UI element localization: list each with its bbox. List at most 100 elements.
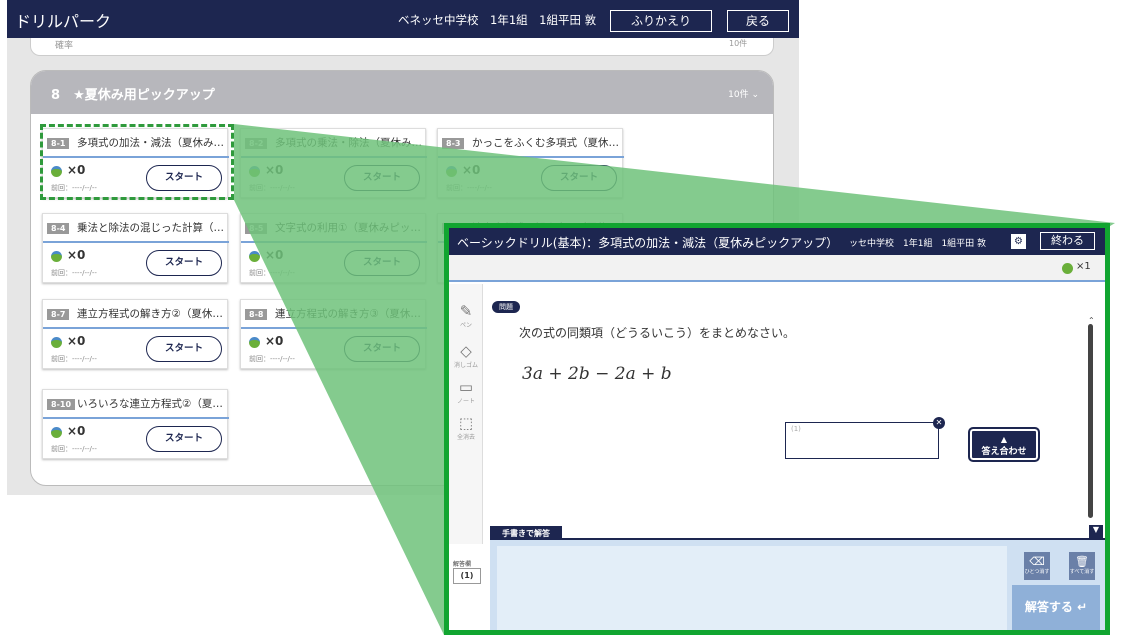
eraser-tool[interactable]: ◇ 消しゴム <box>452 342 480 369</box>
app-title: ドリルパーク <box>15 12 112 31</box>
start-button[interactable]: スタート <box>146 336 222 362</box>
undo-button[interactable]: ⌫ ひとつ消す <box>1024 552 1050 580</box>
gem-count: ×0 <box>265 163 284 177</box>
note-tool[interactable]: ▭ ノート <box>452 378 480 405</box>
gem-icon <box>51 427 62 438</box>
pen-tool[interactable]: ✎ ペン <box>452 302 480 329</box>
drill-number: 8-10 <box>47 399 76 410</box>
gem-icon <box>1062 263 1073 274</box>
answer-column-item[interactable]: (1) <box>453 568 481 584</box>
question-tag: 問題 <box>492 301 520 313</box>
close-icon[interactable]: ✕ <box>933 417 945 429</box>
last-attempt: 前回：----/--/-- <box>51 355 97 363</box>
card-divider <box>43 327 229 329</box>
gem-icon <box>249 166 260 177</box>
clear-all-button[interactable]: 🗑 すべて消す <box>1069 552 1095 580</box>
chevron-down-icon[interactable]: ▼ <box>1089 525 1103 538</box>
back-button[interactable]: 戻る <box>727 10 789 32</box>
card-divider <box>241 327 427 329</box>
drill-title: ベーシックドリル(基本)：多項式の加法・減法（夏休みピックアップ） <box>457 236 839 250</box>
drill-name: 連立方程式の解き方③（夏休… <box>275 308 421 320</box>
note-icon: ▭ <box>458 378 474 396</box>
start-button[interactable]: スタート <box>541 165 617 191</box>
drill-card: 8-4 乗法と除法の混じった計算（… ×0 前回：----/--/-- スタート <box>42 213 229 283</box>
drill-card: 8-3 かっこをふくむ多項式（夏休… ×0 前回：----/--/-- スタート <box>437 128 624 198</box>
drill-number: 8-2 <box>245 138 268 149</box>
gem-count: ×0 <box>265 334 284 348</box>
drill-name: かっこをふくむ多項式（夏休… <box>472 137 619 149</box>
gem-icon <box>249 337 260 348</box>
card-divider <box>43 417 229 419</box>
last-attempt: 前回：----/--/-- <box>249 355 295 363</box>
drill-status-bar: ×1 <box>449 255 1105 282</box>
previous-section-title: 確率 <box>55 41 74 51</box>
drill-number: 8-4 <box>47 223 70 234</box>
drill-user-info: ッセ中学校 1年1組 1組平田 敦 <box>849 239 987 249</box>
pen-icon: ✎ <box>459 302 473 320</box>
gem-icon <box>249 251 260 262</box>
last-attempt: 前回：----/--/-- <box>51 269 97 277</box>
question-text: 次の式の同類項（どうるいこう）をまとめなさい。 <box>519 326 796 340</box>
user-info: ベネッセ中学校 1年1組 1組平田 敦 <box>398 13 597 27</box>
gem-count: ×0 <box>462 163 481 177</box>
scrollbar[interactable] <box>1088 324 1093 518</box>
gem-icon <box>51 337 62 348</box>
last-attempt: 前回：----/--/-- <box>51 445 97 453</box>
gem-icon <box>51 251 62 262</box>
section-header[interactable]: 8 ★夏休み用ピックアップ 10件 ⌄ <box>31 71 773 114</box>
end-button[interactable]: 終わる <box>1040 232 1095 250</box>
drill-header: ベーシックドリル(基本)：多項式の加法・減法（夏休みピックアップ） ッセ中学校 … <box>449 228 1105 255</box>
last-attempt: 前回：----/--/-- <box>249 269 295 277</box>
trash-icon: 🗑 <box>1075 555 1089 568</box>
drill-name: いろいろな連立方程式②（夏… <box>77 398 223 410</box>
card-divider <box>241 156 427 158</box>
previous-section: 確率 10件 <box>30 38 774 56</box>
drill-number: 8-3 <box>442 138 465 149</box>
handwrite-canvas[interactable] <box>497 546 1007 630</box>
card-divider <box>43 241 229 243</box>
gear-icon[interactable]: ⚙ <box>1011 234 1026 249</box>
app-header: ドリルパーク ベネッセ中学校 1年1組 1組平田 敦 ふりかえり 戻る <box>7 0 799 38</box>
drill-card: 8-2 多項式の乗法・除法（夏休み… ×0 前回：----/--/-- スタート <box>240 128 427 198</box>
gem-count: ×0 <box>265 248 284 262</box>
drill-number: 8-8 <box>245 309 268 320</box>
gem-count: ×1 <box>1076 261 1091 272</box>
gem-count: ×0 <box>67 424 86 438</box>
drill-name: 連立方程式の解き方②（夏休… <box>77 308 223 320</box>
start-button[interactable]: スタート <box>146 250 222 276</box>
select-tool[interactable]: ⬚ 全消去 <box>452 414 480 441</box>
select-icon: ⬚ <box>458 414 474 432</box>
drill-name: 文字式の利用①（夏休みピッ… <box>275 222 421 234</box>
drill-name: 多項式の乗法・除法（夏休み… <box>275 137 422 149</box>
drill-card: 8-5 文字式の利用①（夏休みピッ… ×0 前回：----/--/-- スタート <box>240 213 427 283</box>
backspace-icon: ⌫ <box>1029 555 1045 568</box>
last-attempt: 前回：----/--/-- <box>249 184 295 192</box>
review-button[interactable]: ふりかえり <box>610 10 712 32</box>
start-button[interactable]: スタート <box>146 426 222 452</box>
check-answer-button[interactable]: ▲ 答え合わせ <box>968 427 1040 462</box>
gem-count: ×0 <box>67 334 86 348</box>
gem-icon <box>446 166 457 177</box>
section-count: 10件 ⌄ <box>728 90 759 100</box>
question-formula: 3a + 2b − 2a + b <box>522 364 672 384</box>
section-title: 8 ★夏休み用ピックアップ <box>51 88 215 103</box>
card-divider <box>241 241 427 243</box>
submit-button[interactable]: 解答する ↵ <box>1012 585 1100 630</box>
selected-drill-highlight <box>40 124 234 200</box>
start-button[interactable]: スタート <box>344 165 420 191</box>
drill-number: 8-7 <box>47 309 70 320</box>
previous-section-count: 10件 <box>729 39 748 48</box>
start-button[interactable]: スタート <box>344 250 420 276</box>
last-attempt: 前回：----/--/-- <box>446 184 492 192</box>
answer-input[interactable]: (1) <box>785 422 939 459</box>
card-divider <box>438 156 624 158</box>
drill-window: ベーシックドリル(基本)：多項式の加法・減法（夏休みピックアップ） ッセ中学校 … <box>444 223 1110 635</box>
answer-column-label: 解答欄 <box>453 561 472 568</box>
drill-number: 8-5 <box>245 223 268 234</box>
gem-count: ×0 <box>67 248 86 262</box>
eraser-icon: ◇ <box>460 342 472 360</box>
start-button[interactable]: スタート <box>344 336 420 362</box>
tool-sidebar: ✎ ペン ◇ 消しゴム ▭ ノート ⬚ 全消去 解答欄 (1) <box>449 284 483 584</box>
drill-card: 8-7 連立方程式の解き方②（夏休… ×0 前回：----/--/-- スタート <box>42 299 229 369</box>
drill-name: 乗法と除法の混じった計算（… <box>77 222 224 234</box>
